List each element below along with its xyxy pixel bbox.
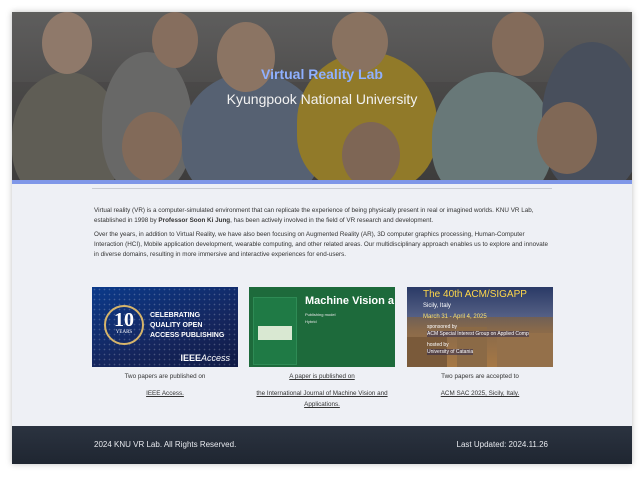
journal-info-line: Hybrid xyxy=(305,319,317,324)
banner-line: QUALITY OPEN xyxy=(150,322,203,329)
journal-title: Machine Vision a xyxy=(305,295,395,307)
banner-line: CELEBRATING xyxy=(150,312,201,319)
accent-bar xyxy=(12,180,632,184)
caption-text: Two papers are published on xyxy=(124,373,206,380)
card-banner-text: CELEBRATING QUALITY OPEN ACCESS PUBLISHI… xyxy=(150,311,224,341)
caption-text: Two papers are accepted to xyxy=(441,373,519,380)
conference-title: The 40th ACM/SIGAPP xyxy=(423,289,527,300)
news-caption-3: Two papers are accepted to ACM SAC 2025,… xyxy=(400,371,560,399)
footer: 2024 KNU VR Lab. All Rights Reserved. La… xyxy=(12,426,632,464)
last-updated-text: Last Updated: 2024.11.26 xyxy=(456,440,548,449)
journal-info-line: Publishing model xyxy=(305,312,336,317)
news-caption-1: Two papers are published on IEEE Access. xyxy=(85,371,245,399)
intro-text: Virtual reality (VR) is a computer-simul… xyxy=(94,206,554,264)
news-card-acm-sac[interactable]: The 40th ACM/SIGAPP Sicily, Italy March … xyxy=(407,287,553,367)
news-card-mvap[interactable]: Machine Vision a Publishing model Hybrid xyxy=(249,287,395,367)
intro-text-part: , has been actively involved in the fiel… xyxy=(230,217,434,224)
logo-text: IEEE xyxy=(180,353,201,363)
hero-banner: Virtual Reality Lab Kyungpook National U… xyxy=(12,12,632,182)
banner-line: ACCESS PUBLISHING xyxy=(150,332,225,339)
news-link-mvap[interactable]: the International Journal of Machine Vis… xyxy=(256,390,387,408)
news-link-acm-sac[interactable]: ACM SAC 2025, Sicily, Italy. xyxy=(441,390,520,397)
host-name: University of Catania xyxy=(427,349,474,355)
divider xyxy=(92,188,552,189)
conference-dates: March 31 - April 4, 2025 xyxy=(423,314,487,320)
conference-place: Sicily, Italy xyxy=(423,303,451,309)
professor-name: Professor Soon Ki Jung xyxy=(158,217,231,224)
news-link-ieee-access[interactable]: IEEE Access. xyxy=(146,390,184,397)
copyright-text: 2024 KNU VR Lab. All Rights Reserved. xyxy=(94,440,237,449)
intro-paragraph-1: Virtual reality (VR) is a computer-simul… xyxy=(94,206,554,226)
ieee-access-logo: IEEEAccess xyxy=(180,353,230,363)
news-caption-2: A paper is published on the Internationa… xyxy=(242,371,402,410)
caption-text: A paper is published on xyxy=(289,373,355,380)
host-label: hosted by xyxy=(427,342,449,348)
journal-info: Publishing model Hybrid xyxy=(305,311,335,325)
journal-cover-icon xyxy=(253,297,297,365)
site-subtitle: Kyungpook National University xyxy=(226,91,418,107)
site-title: Virtual Reality Lab xyxy=(261,66,383,82)
news-card-ieee-access[interactable]: 10 YEARS CELEBRATING QUALITY OPEN ACCESS… xyxy=(92,287,238,367)
sponsor-name: ACM Special Interest Group on Applied Co… xyxy=(427,331,529,337)
sponsor-label: sponsored by xyxy=(427,324,458,330)
anniversary-badge-icon: 10 YEARS xyxy=(104,305,144,345)
intro-paragraph-2: Over the years, in addition to Virtual R… xyxy=(94,231,548,258)
page-frame: Virtual Reality Lab Kyungpook National U… xyxy=(12,12,632,464)
badge-years: YEARS xyxy=(115,330,133,335)
logo-text: Access xyxy=(200,353,230,363)
building-shape xyxy=(497,333,553,367)
